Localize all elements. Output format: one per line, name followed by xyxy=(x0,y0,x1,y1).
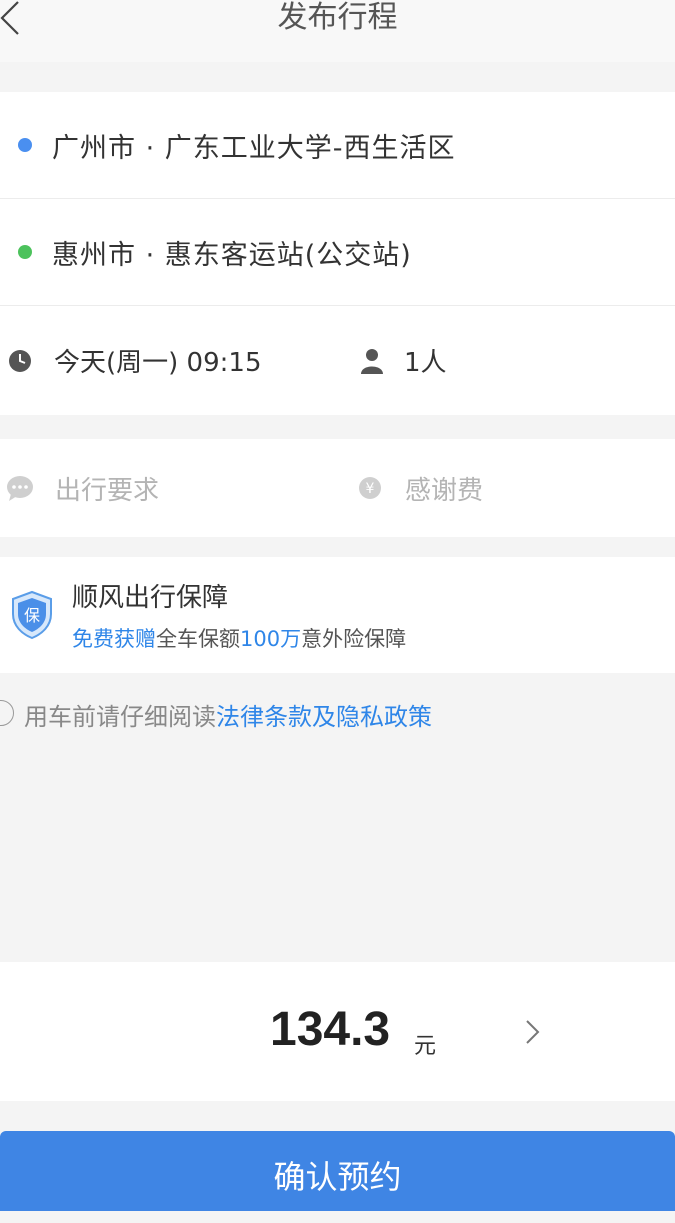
agreement-row: 用车前请仔细阅读法律条款及隐私政策 xyxy=(0,690,675,738)
passenger-count[interactable]: 1人 xyxy=(404,342,447,379)
svg-text:¥: ¥ xyxy=(366,481,375,497)
price-value: 134.3 xyxy=(270,1003,391,1056)
insurance-amount-text: 100万 xyxy=(240,627,302,651)
insurance-title: 顺风出行保障 xyxy=(72,583,229,613)
departure-time[interactable]: 今天(周一) 09:15 xyxy=(54,342,261,379)
destination-dot-icon xyxy=(18,245,32,259)
route-card: 广州市 · 广东工业大学-西生活区 惠州市 · 惠东客运站(公交站) 今天(周一… xyxy=(0,92,675,415)
insurance-coverage-text: 全车保额 xyxy=(156,627,240,651)
insurance-card[interactable]: 保 顺风出行保障 免费获赠全车保额100万意外险保障 xyxy=(0,557,675,673)
requirements-field[interactable]: 出行要求 xyxy=(55,470,159,507)
origin-text: 广州市 · 广东工业大学-西生活区 xyxy=(52,132,456,164)
origin-dot-icon xyxy=(18,138,32,152)
shield-icon: 保 xyxy=(12,590,52,640)
confirm-booking-button[interactable]: 确认预约 xyxy=(0,1131,675,1211)
agreement-text: 用车前请仔细阅读法律条款及隐私政策 xyxy=(24,697,432,732)
legal-terms-link[interactable]: 法律条款及隐私政策 xyxy=(216,703,432,731)
chat-bubble-icon xyxy=(7,476,33,501)
person-icon xyxy=(361,348,383,374)
shield-badge-text: 保 xyxy=(24,606,40,625)
page-title: 发布行程 xyxy=(277,0,398,35)
destination-row[interactable]: 惠州市 · 惠东客运站(公交站) xyxy=(0,199,675,306)
chevron-right-icon[interactable] xyxy=(522,1017,542,1047)
insurance-type-text: 意外险保障 xyxy=(301,627,407,651)
clock-icon xyxy=(9,349,31,372)
yen-icon: ¥ xyxy=(359,477,381,499)
price-unit: 元 xyxy=(414,1034,437,1059)
nav-bar: 发布行程 xyxy=(0,0,675,62)
agreement-prefix: 用车前请仔细阅读 xyxy=(24,702,216,731)
extras-card: 出行要求 ¥ 感谢费 xyxy=(0,439,675,537)
agreement-checkbox[interactable] xyxy=(0,700,14,726)
thank-fee-field[interactable]: 感谢费 xyxy=(405,470,483,507)
origin-row[interactable]: 广州市 · 广东工业大学-西生活区 xyxy=(0,92,675,199)
insurance-free-text: 免费获赠 xyxy=(72,627,156,651)
destination-text: 惠州市 · 惠东客运站(公交站) xyxy=(52,239,412,271)
time-passenger-row: 今天(周一) 09:15 1人 xyxy=(0,306,675,415)
insurance-subtitle: 免费获赠全车保额100万意外险保障 xyxy=(72,623,406,653)
price-card[interactable]: 134.3 元 xyxy=(0,962,675,1101)
